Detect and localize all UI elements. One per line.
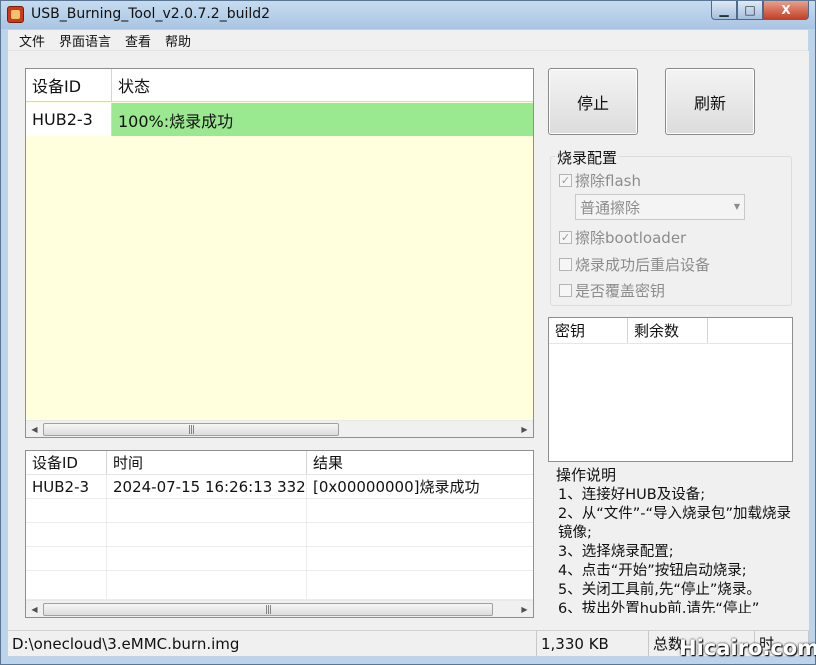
instruction-line: 3、选择烧录配置; [558, 544, 674, 560]
maximize-button[interactable]: □ [737, 1, 763, 20]
erase-mode-select[interactable]: 普通擦除 ▼ [575, 194, 745, 220]
header-status[interactable]: 状态 [112, 69, 533, 101]
checkbox-checked-icon: ✓ [559, 231, 572, 244]
header-device-id[interactable]: 设备ID [26, 69, 112, 101]
scroll-thumb[interactable]: ||| [43, 423, 339, 436]
device-list-scrollbar[interactable]: ◀ ||| ▶ [26, 420, 533, 437]
client-area: 设备ID 状态 HUB2-3 100%:烧录成功 ◀ ||| ▶ 设备ID 时间… [8, 51, 809, 630]
overwrite-key-label: 是否覆盖密钥 [575, 282, 666, 300]
log-row-empty [26, 547, 533, 571]
log-header-time[interactable]: 时间 [107, 451, 307, 474]
log-row-empty [26, 499, 533, 523]
reboot-after-label: 烧录成功后重启设备 [575, 256, 711, 274]
menu-help[interactable]: 帮助 [158, 31, 198, 50]
instructions-title: 操作说明 [554, 464, 619, 485]
log-list[interactable]: 设备ID 时间 结果 HUB2-3 2024-07-15 16:26:13 33… [25, 450, 534, 618]
device-status-cell: 100%:烧录成功 [112, 103, 533, 136]
status-file-path: D:\onecloud\3.eMMC.burn.img [8, 631, 537, 656]
app-window: USB_Burning_Tool_v2.0.7.2_build2 ▁ □ X 文… [0, 0, 816, 665]
key-table-header: 密钥 剩余数 [549, 318, 792, 344]
instruction-line: 6、拔出外置hub前,请先“停止” [558, 601, 760, 613]
menu-bar: 文件 界面语言 查看 帮助 [8, 30, 808, 51]
checkbox-checked-icon: ✓ [559, 174, 572, 187]
header-key[interactable]: 密钥 [549, 318, 628, 343]
log-row-empty [26, 523, 533, 547]
reboot-after-checkbox[interactable]: 烧录成功后重启设备 [559, 254, 710, 275]
instruction-line: 1、连接好HUB及设备; [558, 487, 706, 503]
device-list[interactable]: 设备ID 状态 HUB2-3 100%:烧录成功 ◀ ||| ▶ [25, 68, 534, 438]
instruction-line: 5、关闭工具前,先“停止”烧录。 [558, 582, 761, 598]
scroll-right-arrow-icon[interactable]: ▶ [516, 421, 533, 438]
device-row[interactable]: HUB2-3 100%:烧录成功 [26, 103, 533, 136]
device-id-cell: HUB2-3 [26, 103, 112, 136]
menu-file[interactable]: 文件 [12, 31, 52, 50]
erase-mode-value: 普通擦除 [580, 198, 641, 217]
log-time: 2024-07-15 16:26:13 332 [107, 475, 307, 498]
log-header-result[interactable]: 结果 [307, 451, 533, 474]
close-button[interactable]: X [763, 1, 809, 20]
burn-config-group: 烧录配置 ✓ 擦除flash 普通擦除 ▼ ✓ 擦除bootloader 烧录成… [550, 147, 792, 306]
status-file-size: 1,330 KB [537, 631, 649, 656]
chevron-down-icon: ▼ [733, 202, 740, 211]
instructions-text: 1、连接好HUB及设备; 2、从“文件”-“导入烧录包”加载烧录镜像; 3、选择… [558, 486, 792, 613]
log-header-device-id[interactable]: 设备ID [26, 451, 107, 474]
checkbox-unchecked-icon [559, 284, 572, 297]
title-bar[interactable]: USB_Burning_Tool_v2.0.7.2_build2 ▁ □ X [1, 1, 815, 29]
window-controls: ▁ □ X [711, 1, 809, 21]
scroll-right-arrow-icon[interactable]: ▶ [516, 601, 533, 618]
scroll-thumb[interactable]: ||| [43, 603, 493, 616]
instruction-line: 2、从“文件”-“导入烧录包”加载烧录镜像; [558, 506, 792, 541]
menu-language[interactable]: 界面语言 [52, 31, 118, 50]
log-list-scrollbar[interactable]: ◀ ||| ▶ [26, 600, 533, 617]
erase-flash-label: 擦除flash [575, 172, 641, 190]
scroll-left-arrow-icon[interactable]: ◀ [26, 601, 43, 618]
device-list-header: 设备ID 状态 [26, 69, 533, 102]
log-list-header: 设备ID 时间 结果 [26, 451, 533, 475]
app-icon [7, 6, 24, 23]
log-row-empty [26, 571, 533, 600]
erase-bootloader-label: 擦除bootloader [575, 229, 687, 247]
log-row[interactable]: HUB2-3 2024-07-15 16:26:13 332 [0x000000… [26, 475, 533, 499]
log-device-id: HUB2-3 [26, 475, 107, 498]
header-remaining[interactable]: 剩余数 [628, 318, 708, 343]
watermark-text: Hicairo.com [679, 636, 816, 660]
overwrite-key-checkbox[interactable]: 是否覆盖密钥 [559, 280, 665, 301]
stop-button[interactable]: 停止 [548, 68, 638, 135]
checkbox-unchecked-icon [559, 258, 572, 271]
refresh-button[interactable]: 刷新 [665, 68, 755, 135]
instructions-group: 操作说明 1、连接好HUB及设备; 2、从“文件”-“导入烧录包”加载烧录镜像;… [550, 464, 792, 614]
scroll-left-arrow-icon[interactable]: ◀ [26, 421, 43, 438]
log-result: [0x00000000]烧录成功 [313, 478, 480, 496]
key-table[interactable]: 密钥 剩余数 [548, 317, 793, 462]
menu-view[interactable]: 查看 [118, 31, 158, 50]
window-title: USB_Burning_Tool_v2.0.7.2_build2 [31, 6, 271, 22]
erase-bootloader-checkbox[interactable]: ✓ 擦除bootloader [559, 227, 686, 248]
instruction-line: 4、点击“开始”按钮启动烧录; [558, 563, 747, 579]
minimize-button[interactable]: ▁ [711, 1, 737, 20]
burn-config-title: 烧录配置 [555, 147, 620, 168]
erase-flash-checkbox[interactable]: ✓ 擦除flash [559, 170, 641, 191]
